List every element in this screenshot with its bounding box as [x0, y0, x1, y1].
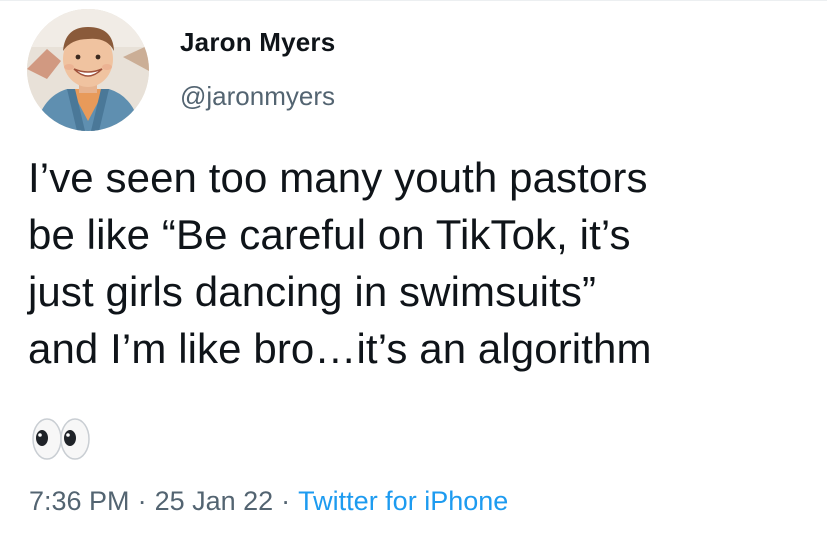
- tweet-card: Jaron Myers @jaronmyers I’ve seen too ma…: [0, 0, 827, 547]
- tweet-text-line: just girls dancing in swimsuits”: [28, 268, 597, 315]
- user-handle[interactable]: @jaronmyers: [180, 81, 335, 112]
- meta-separator: ·: [137, 486, 147, 516]
- avatar[interactable]: [27, 9, 149, 131]
- avatar-photo-icon: [27, 9, 149, 131]
- tweet-text-line: be like “Be careful on TikTok, it’s: [28, 211, 631, 258]
- tweet-text-line: I’ve seen too many youth pastors: [28, 154, 648, 201]
- meta-separator: ·: [281, 486, 291, 516]
- tweet-meta: 7:36 PM · 25 Jan 22 · Twitter for iPhone: [29, 486, 508, 517]
- tweet-date[interactable]: 25 Jan 22: [155, 486, 274, 516]
- tweet-text-line: and I’m like bro…it’s an algorithm: [28, 325, 652, 372]
- display-name[interactable]: Jaron Myers: [180, 27, 335, 58]
- tweet-text: I’ve seen too many youth pastors be like…: [28, 149, 818, 377]
- tweet-time[interactable]: 7:36 PM: [29, 486, 130, 516]
- eyes-emoji-icon: [30, 413, 92, 465]
- tweet-source-link[interactable]: Twitter for iPhone: [298, 486, 508, 516]
